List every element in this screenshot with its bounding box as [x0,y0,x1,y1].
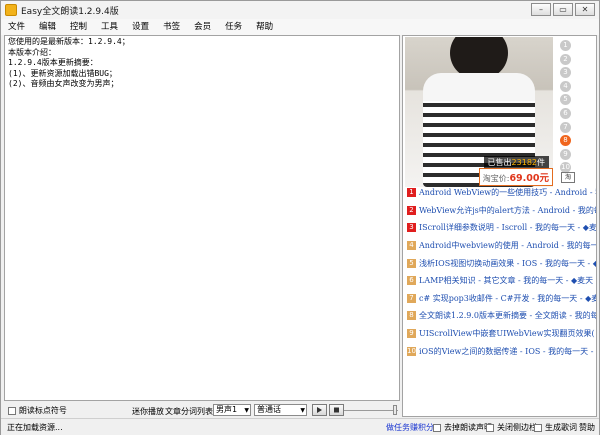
menu-file[interactable]: 文件 [1,19,32,35]
split-list-label[interactable]: 文章分词列表 [165,406,213,417]
article-link[interactable]: UIScrollView中嵌套UIWebView实现翻页效果( - IOS [419,328,596,339]
text-line: 本版本介绍： [8,47,56,57]
close-sidebar-label: 关闭侧边栏 [497,423,537,432]
ad-page-dot[interactable]: 4 [560,80,571,92]
article-link[interactable]: Android WebView的一些使用技巧 - Android - 我的 [419,187,596,198]
no-statement-label: 去掉朗读声明 [444,423,492,432]
ad-page-dot[interactable]: 6 [560,107,571,119]
rank-badge: 2 [407,205,416,215]
play-icon [317,407,322,413]
stop-icon [334,407,339,413]
ad-pager: 1 2 3 4 5 6 7 8 9 10 [560,40,574,176]
ad-page-dot-active[interactable]: 8 [560,135,571,147]
no-statement-option[interactable]: 去掉朗读声明 [433,422,492,433]
app-icon [5,4,17,16]
speed-slider-thumb[interactable] [393,405,397,415]
app-window: Easy全文朗读1.2.9.4版 – ▭ ✕ 文件 编辑 控制 工具 设置 书签… [0,0,600,435]
rank-badge: 3 [407,223,416,233]
text-line: (2)、音频由女声改变为男声； [8,79,119,88]
list-item[interactable]: 5 浅析IOS视图切换动画效果 - IOS - 我的每一天 - ◆ [407,254,596,272]
close-button[interactable]: ✕ [575,3,595,16]
close-sidebar-checkbox[interactable] [486,423,494,432]
minimize-button[interactable]: – [531,3,551,16]
stop-button[interactable] [329,404,344,416]
list-item[interactable]: 2WebView允许js中的alert方法 - Android - 我的每一天 [407,202,596,220]
voice-select-value: 男声1 [216,405,238,414]
dialect-select[interactable]: 普通话 ▼ [254,404,307,416]
loop-play-label[interactable]: 迷你播放 [132,406,164,417]
text-line: (1)、更新资源加载出错BUG； [8,68,117,78]
chevron-down-icon: ▼ [244,407,249,414]
rank-badge: 8 [407,311,416,321]
list-item[interactable]: 9UIScrollView中嵌套UIWebView实现翻页效果( - IOS [407,325,596,343]
list-item[interactable]: 1 Android WebView的一些使用技巧 - Android - 我的 [407,184,596,202]
read-punct-option[interactable]: 朗读标点符号 [8,405,67,416]
rank-badge: 5 [407,258,416,268]
dialect-select-value: 普通话 [257,405,281,414]
rank-badge: 6 [407,276,416,286]
ad-shirt-top [423,73,535,101]
speed-slider[interactable] [344,410,398,411]
earn-points-link[interactable]: 做任务赚积分 [386,422,434,433]
list-item[interactable]: 4 Android中webview的使用 - Android - 我的每一天 - [407,237,596,255]
rank-badge: 1 [407,188,416,198]
rank-badge: 9 [407,329,416,339]
ad-page-dot[interactable]: 1 [560,40,571,51]
reading-text-area[interactable]: 您使用的是最新版本：1.2.9.4； 本版本介绍： 1.2.9.4版本更新摘要： (1… [4,35,400,401]
sponsor-link[interactable]: 赞助 [579,422,595,433]
rank-badge: 4 [407,241,416,251]
voice-select[interactable]: 男声1 ▼ [213,404,251,416]
make-lyrics-label: 生成歌词 [545,423,577,432]
read-punct-checkbox[interactable] [8,406,16,415]
ad-banner[interactable]: 已售出23182件 淘宝价:69.00元 [405,37,553,187]
ad-page-dot[interactable]: 9 [560,148,571,160]
menu-tools[interactable]: 工具 [94,19,125,35]
taobao-icon[interactable]: 淘 [561,172,575,183]
make-lyrics-option[interactable]: 生成歌词 [534,422,577,433]
ad-page-dot[interactable]: 7 [560,121,571,133]
menu-member[interactable]: 会员 [187,19,218,35]
sidebar: 已售出23182件 淘宝价:69.00元 1 2 3 4 5 6 7 8 9 1… [402,35,597,417]
ad-page-dot[interactable]: 3 [560,67,571,79]
rank-badge: 10 [407,346,416,356]
menu-help[interactable]: 帮助 [249,19,280,35]
list-item[interactable]: 6 LAMP相关知识 - 其它文章 - 我的每一天 - ◆麦天 [407,272,596,290]
article-link[interactable]: iOS的View之间的数据传递 - IOS - 我的每一天 - ◆ [419,346,596,357]
window-title: Easy全文朗读1.2.9.4版 [21,7,119,17]
menu-tasks[interactable]: 任务 [218,19,249,35]
play-button[interactable] [312,404,327,416]
chevron-down-icon: ▼ [300,407,305,414]
list-item[interactable]: 7 c# 实现pop3收邮件 - C#开发 - 我的每一天 - ◆麦 [407,290,596,308]
article-link[interactable]: 浅析IOS视图切换动画效果 - IOS - 我的每一天 - ◆ [419,258,596,269]
title-bar: Easy全文朗读1.2.9.4版 – ▭ ✕ [1,1,599,20]
menu-control[interactable]: 控制 [63,19,94,35]
article-link[interactable]: Android中webview的使用 - Android - 我的每一天 - [419,240,596,251]
list-item[interactable]: 3 IScroll详细参数说明 - Iscroll - 我的每一天 - ◆麦天 [407,219,596,237]
menu-bookmarks[interactable]: 书签 [156,19,187,35]
rank-badge: 7 [407,293,416,303]
no-statement-checkbox[interactable] [433,423,441,432]
menu-edit[interactable]: 编辑 [32,19,63,35]
article-link[interactable]: LAMP相关知识 - 其它文章 - 我的每一天 - ◆麦天 [419,275,593,286]
list-item[interactable]: 8 全文朗读1.2.9.0版本更新摘要 - 全文朗读 - 我的每 [407,307,596,325]
article-link-list: 1 Android WebView的一些使用技巧 - Android - 我的 2… [407,184,596,360]
close-sidebar-option[interactable]: 关闭侧边栏 [486,422,537,433]
list-item[interactable]: 10 iOS的View之间的数据传递 - IOS - 我的每一天 - ◆ [407,342,596,360]
ad-page-dot[interactable]: 5 [560,94,571,106]
article-link[interactable]: c# 实现pop3收邮件 - C#开发 - 我的每一天 - ◆麦 [419,293,596,304]
loading-status: 正在加载资源... [7,423,63,432]
status-bar: 正在加载资源... 做任务赚积分 去掉朗读声明 关闭侧边栏 生成歌词 赞助 [1,418,599,435]
text-line: 1.2.9.4版本更新摘要： [8,58,98,67]
menu-settings[interactable]: 设置 [125,19,156,35]
text-line: 您使用的是最新版本：1.2.9.4； [8,37,130,46]
menu-bar: 文件 编辑 控制 工具 设置 书签 会员 任务 帮助 [1,19,599,35]
article-link[interactable]: WebView允许js中的alert方法 - Android - 我的每一天 [419,205,596,216]
article-link[interactable]: 全文朗读1.2.9.0版本更新摘要 - 全文朗读 - 我的每 [419,310,596,321]
ad-page-dot[interactable]: 2 [560,53,571,65]
read-punct-label: 朗读标点符号 [18,406,67,415]
article-link[interactable]: IScroll详细参数说明 - Iscroll - 我的每一天 - ◆麦天 [419,222,596,233]
playback-controls: 朗读标点符号 迷你播放 文章分词列表 男声1 ▼ 普通话 ▼ [1,403,399,417]
maximize-button[interactable]: ▭ [553,3,573,16]
make-lyrics-checkbox[interactable] [534,423,542,432]
